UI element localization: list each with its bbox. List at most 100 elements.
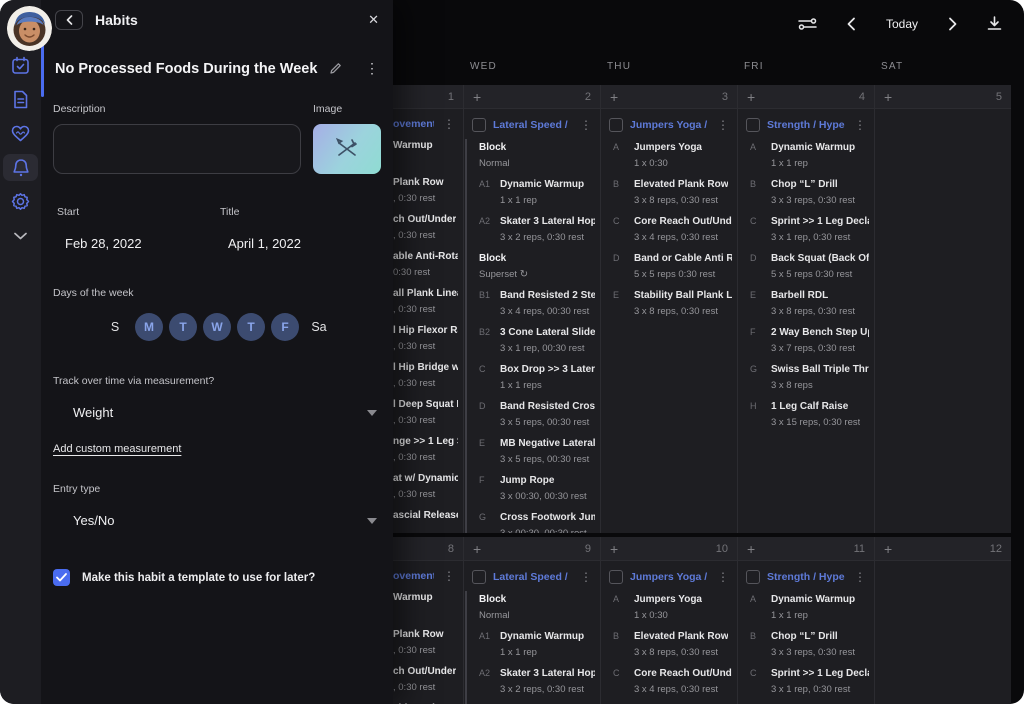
date-number: 11 xyxy=(854,543,865,555)
workout-title[interactable]: Lateral Speed / Plyo xyxy=(493,571,571,583)
day-circle-selected[interactable]: F xyxy=(271,313,299,341)
exercise-letter: G xyxy=(479,511,500,533)
description-input[interactable] xyxy=(53,124,301,174)
workout-menu-icon[interactable]: ⋮ xyxy=(578,119,594,131)
habit-image-tile[interactable] xyxy=(313,124,381,174)
exercise-item[interactable]: A1Dynamic Warmup1 x 1 rep xyxy=(467,178,600,206)
close-icon[interactable]: ✕ xyxy=(368,12,379,28)
next-week-icon[interactable] xyxy=(948,17,957,31)
sidebar-item-habits[interactable] xyxy=(3,154,38,181)
exercise-letter: B xyxy=(613,178,634,206)
workout-title[interactable]: Strength / Hypertro... xyxy=(767,119,845,131)
end-date-value[interactable]: April 1, 2022 xyxy=(218,236,381,251)
back-button[interactable] xyxy=(55,10,83,30)
exercise-item[interactable]: DBand Resisted Crossover...3 x 5 reps, 0… xyxy=(467,400,600,428)
exercise-reps: 1 x 0:30 xyxy=(634,158,702,169)
sidebar-item-settings[interactable] xyxy=(3,188,38,215)
workout-title[interactable]: ovement Q... xyxy=(393,570,434,582)
workout-checkbox[interactable] xyxy=(472,118,486,132)
exercise-item[interactable]: B1Band Resisted 2 Step Late...3 x 4 reps… xyxy=(467,289,600,317)
workout-checkbox[interactable] xyxy=(746,570,760,584)
exercise-item[interactable]: AJumpers Yoga1 x 0:30 xyxy=(601,141,737,169)
add-event-icon[interactable]: + xyxy=(747,90,755,104)
day-circle-selected[interactable]: M xyxy=(135,313,163,341)
workout-checkbox[interactable] xyxy=(609,118,623,132)
add-custom-measurement-link[interactable]: Add custom measurement xyxy=(53,443,181,455)
workout-title[interactable]: Lateral Speed / Plyo xyxy=(493,119,571,131)
exercise-item[interactable]: EBarbell RDL3 x 8 reps, 0:30 rest xyxy=(738,289,874,317)
workout-menu-icon[interactable]: ⋮ xyxy=(715,571,731,583)
habit-menu-icon[interactable]: ⋮ xyxy=(365,60,379,77)
day-circle-selected[interactable]: T xyxy=(237,313,265,341)
exercise-item[interactable]: DBand or Cable Anti Rotati...5 x 5 reps … xyxy=(601,252,737,280)
exercise-item[interactable]: DBack Squat (Back Off Set)5 x 5 reps 0:3… xyxy=(738,252,874,280)
measurement-select[interactable]: Weight xyxy=(53,403,381,421)
exercise-item[interactable]: EStability Ball Plank Linear ...3 x 8 re… xyxy=(601,289,737,317)
add-event-icon[interactable]: + xyxy=(473,90,481,104)
workout-menu-icon[interactable]: ⋮ xyxy=(715,119,731,131)
workout-menu-icon[interactable]: ⋮ xyxy=(578,571,594,583)
exercise-item[interactable]: BElevated Plank Row3 x 8 reps, 0:30 rest xyxy=(601,630,737,658)
template-checkbox[interactable] xyxy=(53,569,70,586)
workout-checkbox[interactable] xyxy=(609,570,623,584)
day-circle-selected[interactable]: T xyxy=(169,313,197,341)
calendar-check-icon xyxy=(11,56,30,75)
workout-checkbox[interactable] xyxy=(746,118,760,132)
exercise-name: Dynamic Warmup xyxy=(771,593,855,606)
add-event-icon[interactable]: + xyxy=(747,542,755,556)
exercise-letter: B xyxy=(750,630,771,658)
entry-type-select[interactable]: Yes/No xyxy=(53,511,381,529)
exercise-item[interactable]: CSprint >> 1 Leg Declarations3 x 1 rep, … xyxy=(738,667,874,695)
workout-menu-icon[interactable]: ⋮ xyxy=(852,571,868,583)
workout-title[interactable]: ovement Q... xyxy=(393,118,434,130)
exercise-item[interactable]: CCore Reach Out/Under3 x 4 reps, 0:30 re… xyxy=(601,215,737,243)
day-circle-selected[interactable]: W xyxy=(203,313,231,341)
add-event-icon[interactable]: + xyxy=(473,542,481,556)
prev-week-icon[interactable] xyxy=(847,17,856,31)
workout-menu-icon[interactable]: ⋮ xyxy=(852,119,868,131)
exercise-item[interactable]: BElevated Plank Row3 x 8 reps, 0:30 rest xyxy=(601,178,737,206)
exercise-item[interactable]: A2Skater 3 Lateral Hops >> ...3 x 2 reps… xyxy=(467,215,600,243)
sidebar-item-documents[interactable] xyxy=(3,86,38,113)
workout-menu-icon[interactable]: ⋮ xyxy=(441,118,457,130)
exercise-item[interactable]: GCross Footwork Jump Rope3 x 00:30, 00:3… xyxy=(467,511,600,533)
start-date-value[interactable]: Feb 28, 2022 xyxy=(55,236,218,251)
exercise-item[interactable]: ADynamic Warmup1 x 1 rep xyxy=(738,593,874,621)
exercise-name: Jump Rope xyxy=(500,474,587,487)
add-event-icon[interactable]: + xyxy=(884,542,892,556)
exercise-item[interactable]: AJumpers Yoga1 x 0:30 xyxy=(601,593,737,621)
exercise-item[interactable]: ADynamic Warmup1 x 1 rep xyxy=(738,141,874,169)
exercise-item[interactable]: CSprint >> 1 Leg Declarations3 x 1 rep, … xyxy=(738,215,874,243)
exercise-item[interactable]: CBox Drop >> 3 Lateral H...1 x 1 reps xyxy=(467,363,600,391)
exercise-item[interactable]: H1 Leg Calf Raise3 x 15 reps, 0:30 rest xyxy=(738,400,874,428)
add-event-icon[interactable]: + xyxy=(610,90,618,104)
exercise-item[interactable]: GSwiss Ball Triple Threat3 x 8 reps xyxy=(738,363,874,391)
exercise-item[interactable]: A2Skater 3 Lateral Hops >> ...3 x 2 reps… xyxy=(467,667,600,695)
exercise-item[interactable]: BChop “L” Drill3 x 3 reps, 0:30 rest xyxy=(738,630,874,658)
exercise-item[interactable]: CCore Reach Out/Under3 x 4 reps, 0:30 re… xyxy=(601,667,737,695)
exercise-item[interactable]: BChop “L” Drill3 x 3 reps, 0:30 rest xyxy=(738,178,874,206)
calendar-toolbar: Today xyxy=(393,0,1024,47)
sidebar-expand-chevron[interactable] xyxy=(3,222,38,249)
sidebar-item-calendar[interactable] xyxy=(3,52,38,79)
exercise-item[interactable]: FJump Rope3 x 00:30, 00:30 rest xyxy=(467,474,600,502)
filter-sliders-icon[interactable] xyxy=(798,17,817,31)
exercise-item[interactable]: A1Dynamic Warmup1 x 1 rep xyxy=(467,630,600,658)
workout-title[interactable]: Strength / Hypertro... xyxy=(767,571,845,583)
workout-title[interactable]: Jumpers Yoga / Core xyxy=(630,571,708,583)
workout-menu-icon[interactable]: ⋮ xyxy=(441,570,457,582)
sidebar-item-health[interactable] xyxy=(3,120,38,147)
exercise-item[interactable]: EMB Negative Lateral Hop...3 x 5 reps, 0… xyxy=(467,437,600,465)
workout-checkbox[interactable] xyxy=(472,570,486,584)
add-event-icon[interactable]: + xyxy=(884,90,892,104)
exercise-item[interactable]: F2 Way Bench Step Up3 x 7 reps, 0:30 res… xyxy=(738,326,874,354)
exercise-item[interactable]: B23 Cone Lateral Slide3 x 1 rep, 00:30 r… xyxy=(467,326,600,354)
exercise-name: Sprint >> 1 Leg Declarations xyxy=(771,215,869,228)
user-avatar[interactable] xyxy=(7,6,52,51)
add-event-icon[interactable]: + xyxy=(610,542,618,556)
download-icon[interactable] xyxy=(987,16,1002,31)
edit-pencil-icon[interactable] xyxy=(329,62,342,75)
exercise-name: at w/ Dynamic P... xyxy=(393,472,458,485)
workout-title[interactable]: Jumpers Yoga / Core xyxy=(630,119,708,131)
today-button[interactable]: Today xyxy=(886,17,918,31)
